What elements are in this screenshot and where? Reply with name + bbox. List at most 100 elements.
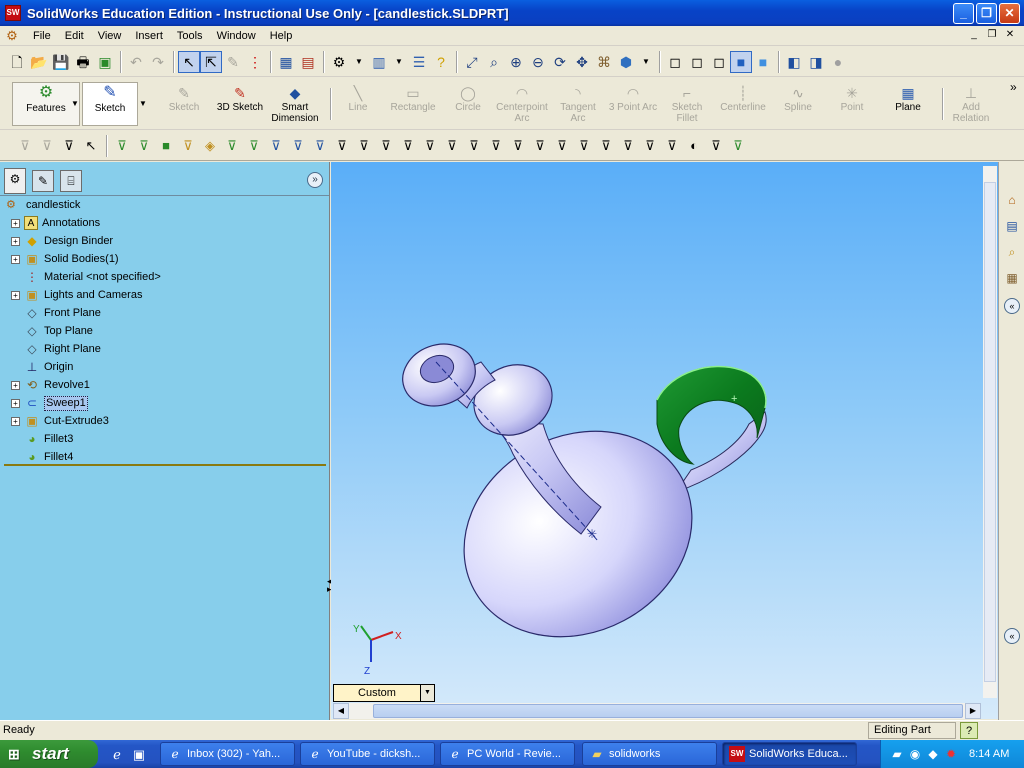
redo-icon[interactable]: ↷ (147, 51, 169, 73)
status-help-icon[interactable]: ? (960, 722, 978, 739)
minimize-button[interactable]: _ (953, 3, 974, 24)
menu-tools[interactable]: Tools (170, 27, 210, 45)
view-orientation-select[interactable]: Custom ▼ (333, 684, 435, 702)
help-icon[interactable]: ? (430, 51, 452, 73)
expand-icon[interactable]: + (11, 416, 20, 426)
filter-balloon-icon[interactable]: ◐ (683, 135, 705, 157)
grid-icon[interactable]: ▦ (275, 51, 297, 73)
pan-icon[interactable]: ✥ (571, 51, 593, 73)
zoom-area-icon[interactable]: ⌕ (483, 51, 505, 73)
filter-datum-targets-icon[interactable]: ⊽ (463, 135, 485, 157)
task-button[interactable]: ℯ Inbox (302) - Yah... (160, 742, 295, 766)
open-icon[interactable]: 📂 (28, 51, 50, 73)
filter-toggle-icon[interactable]: ⊽ (36, 135, 58, 157)
feature-tree-icon[interactable]: ⚙ (4, 168, 26, 194)
candlestick-model[interactable]: ✳ + X Y Z (331, 162, 998, 719)
menu-window[interactable]: Window (210, 27, 263, 45)
filter-select-all-icon[interactable]: ↖ (80, 135, 102, 157)
chevron-down-icon[interactable]: ▼ (390, 51, 408, 73)
filter-mates-icon[interactable]: ⊽ (639, 135, 661, 157)
sketch-tab[interactable]: ✎ Sketch (82, 82, 138, 126)
filter-datum-features-icon[interactable]: ⊽ (419, 135, 441, 157)
title-bar[interactable]: SW SolidWorks Education Edition - Instru… (0, 0, 1024, 26)
filter-weld-symbols-icon[interactable]: ⊽ (441, 135, 463, 157)
start-button[interactable]: ⊞ start (0, 740, 98, 768)
task-button[interactable]: ▰ solidworks (582, 742, 717, 766)
select-filter-icon[interactable]: ⇱ (200, 50, 222, 73)
filter-clear-icon[interactable]: ⊽ (58, 135, 80, 157)
tree-item-top-plane[interactable]: ◇ Top Plane (0, 322, 329, 340)
print-icon[interactable]: 🖶 (72, 51, 94, 73)
filter-surface-bodies-icon[interactable]: ⊽ (177, 135, 199, 157)
zoom-to-fit-icon[interactable]: ⤢ (461, 51, 483, 73)
configuration-manager-icon[interactable]: ⌸ (60, 170, 82, 192)
filter-solid-bodies-icon[interactable]: ◈ (199, 135, 221, 157)
expand-icon[interactable]: + (11, 218, 20, 228)
filter-icon[interactable]: ⊽ (14, 135, 36, 157)
tree-item-design-binder[interactable]: + ◆ Design Binder (0, 232, 329, 250)
close-button[interactable]: ✕ (999, 3, 1020, 24)
home-icon[interactable]: ⌂ (1002, 190, 1022, 210)
chevron-down-icon[interactable]: ▼ (420, 685, 434, 701)
quick-launch-icon[interactable]: ▣ (130, 746, 148, 764)
properties-icon[interactable]: ☰ (408, 51, 430, 73)
zoom-in-out-icon[interactable]: ⊕ (505, 51, 527, 73)
chevron-down-icon[interactable]: ▼ (137, 82, 149, 126)
tree-item-origin[interactable]: ⊥ Origin (0, 358, 329, 376)
expand-icon[interactable]: + (11, 236, 20, 246)
filter-midpoints-icon[interactable]: ⊽ (595, 135, 617, 157)
expand-icon[interactable]: + (11, 380, 20, 390)
filter-faces-icon[interactable]: ■ (155, 135, 177, 157)
options-icon[interactable]: ⚙ (328, 51, 350, 73)
point-button[interactable]: ✳ Point (830, 84, 874, 113)
undo-icon[interactable]: ↶ (125, 51, 147, 73)
task-button-active[interactable]: SW SolidWorks Educa... (722, 742, 857, 766)
more-commands-button[interactable]: » (1010, 80, 1017, 94)
task-button[interactable]: ℯ YouTube - dicksh... (300, 742, 435, 766)
document-icon[interactable]: ⚙ (4, 28, 20, 44)
tree-item-right-plane[interactable]: ◇ Right Plane (0, 340, 329, 358)
filter-connection-points-icon[interactable]: ⊽ (551, 135, 573, 157)
design-library-icon[interactable]: ▤ (1002, 216, 1022, 236)
chevron-down-icon[interactable]: ▼ (350, 51, 368, 73)
print-preview-icon[interactable]: ▣ (94, 51, 116, 73)
filter-dowel-pins-icon[interactable]: ⊽ (529, 135, 551, 157)
view-orientation-icon[interactable]: ⌘ (593, 51, 615, 73)
expand-icon[interactable]: + (11, 398, 20, 408)
scroll-thumb[interactable] (373, 704, 963, 718)
volume-icon[interactable]: ◉ (907, 746, 923, 762)
task-button[interactable]: ℯ PC World - Revie... (440, 742, 575, 766)
tree-item-revolve1[interactable]: + ⟲ Revolve1 (0, 376, 329, 394)
collapse-task-pane-icon[interactable]: « (1004, 298, 1020, 314)
spline-button[interactable]: ∿ Spline (776, 84, 820, 113)
expand-icon[interactable]: + (11, 254, 20, 264)
scroll-thumb[interactable] (984, 182, 996, 682)
filter-blocks-icon[interactable]: ⊽ (507, 135, 529, 157)
filter-dimensions-icon[interactable]: ⊽ (331, 135, 353, 157)
hidden-lines-visible-icon[interactable]: ◻ (686, 51, 708, 73)
circle-button[interactable]: ◯ Circle (446, 84, 490, 113)
browser-icon[interactable]: ℯ (108, 746, 126, 764)
filter-sketch-points-icon[interactable]: ⊽ (287, 135, 309, 157)
filter-edges-icon[interactable]: ⊽ (133, 135, 155, 157)
tree-item-material[interactable]: ⋮ Material <not specified> (0, 268, 329, 286)
filter-vertices-icon[interactable]: ⊽ (111, 135, 133, 157)
graphics-area[interactable]: ✳ + X Y Z Custom ▼ ◀ ▶ (331, 162, 998, 719)
filter-geometric-tolerance-icon[interactable]: ⊽ (375, 135, 397, 157)
network-icon[interactable]: ▰ (889, 746, 905, 762)
layer-icon[interactable]: ▥ (368, 51, 390, 73)
expand-panel-icon[interactable]: » (307, 172, 323, 188)
filter-surface-finish-icon[interactable]: ⊽ (353, 135, 375, 157)
scroll-right-icon[interactable]: ▶ (965, 703, 981, 719)
filter-cosmetic-threads-icon[interactable]: ⊽ (485, 135, 507, 157)
tree-root[interactable]: ⚙ candlestick (0, 196, 329, 214)
file-explorer-icon[interactable]: ⌕ (1002, 242, 1022, 262)
filter-sketch-segments-icon[interactable]: ⊽ (265, 135, 287, 157)
new-icon[interactable]: 🗋 (6, 51, 28, 73)
cube-icon[interactable]: ⬢ (615, 51, 637, 73)
tangent-arc-button[interactable]: ◝ Tangent Arc (556, 84, 600, 124)
menu-edit[interactable]: Edit (58, 27, 91, 45)
add-relation-button[interactable]: ⊥ Add Relation (946, 84, 996, 124)
three-point-arc-button[interactable]: ◠ 3 Point Arc (606, 84, 660, 113)
line-button[interactable]: ╲ Line (336, 84, 380, 113)
